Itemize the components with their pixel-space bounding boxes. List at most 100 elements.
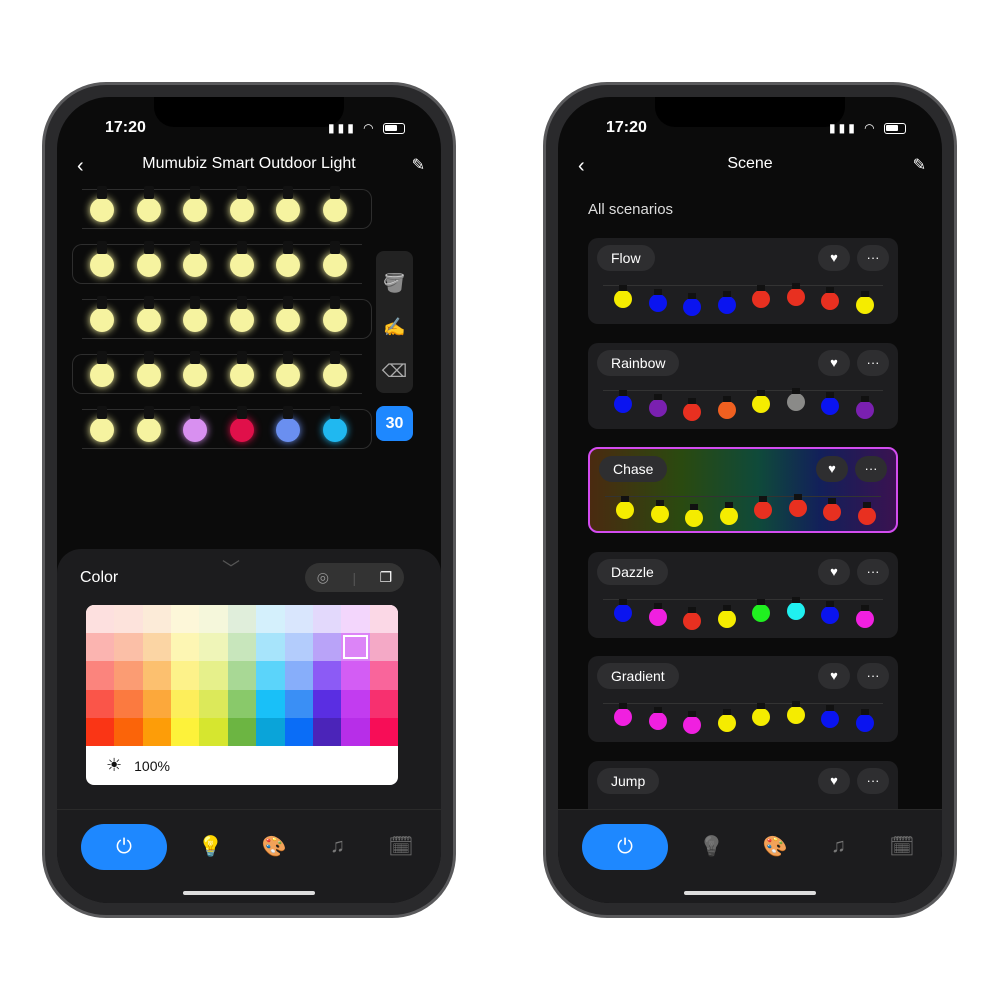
color-swatch[interactable] (142, 717, 172, 746)
tab-bulb-icon[interactable]: 💡 (692, 834, 732, 859)
tab-music-icon[interactable]: ♫ (819, 835, 859, 858)
eraser-icon[interactable]: ⌫ (376, 349, 413, 393)
heart-icon[interactable]: ♥ (818, 558, 850, 585)
color-swatch[interactable] (256, 605, 285, 634)
bulb[interactable] (323, 186, 347, 222)
color-swatch[interactable] (227, 605, 257, 634)
bulb[interactable] (136, 241, 161, 277)
power-button[interactable]: ⏻ (81, 823, 167, 870)
bulb[interactable] (183, 186, 208, 222)
more-icon[interactable]: ··· (857, 558, 889, 585)
color-swatch[interactable] (171, 605, 200, 634)
color-swatch[interactable] (341, 605, 370, 634)
color-swatch[interactable] (341, 689, 370, 718)
color-swatch[interactable] (369, 633, 398, 662)
heart-icon[interactable]: ♥ (818, 349, 850, 376)
color-swatch[interactable] (312, 717, 342, 746)
brightness-slider[interactable]: ☀ 100% (86, 746, 398, 785)
tab-bulb-icon[interactable]: 💡 (191, 834, 231, 859)
scene-card[interactable]: Chase ♥ ··· (588, 447, 898, 533)
scene-card[interactable]: Rainbow ♥ ··· (588, 342, 898, 429)
bulb[interactable] (229, 406, 254, 442)
color-swatch[interactable] (284, 605, 313, 634)
color-swatch[interactable] (86, 689, 115, 718)
bulb[interactable] (229, 186, 254, 222)
color-swatch[interactable] (341, 717, 370, 746)
color-swatch[interactable] (284, 717, 313, 746)
bulb[interactable] (136, 406, 161, 442)
bulb[interactable] (90, 406, 114, 442)
paint-bucket-icon[interactable]: 🪣 (376, 261, 413, 305)
copy-icon[interactable]: ❐ (380, 569, 393, 586)
heart-icon[interactable]: ♥ (818, 767, 850, 794)
color-swatch[interactable] (142, 605, 172, 634)
more-icon[interactable]: ··· (857, 767, 889, 794)
more-icon[interactable]: ··· (855, 456, 887, 482)
scene-card[interactable]: Dazzle ♥ ··· (588, 551, 898, 638)
color-swatch[interactable] (199, 689, 228, 718)
bulb[interactable] (183, 406, 208, 442)
color-swatch[interactable] (199, 717, 228, 746)
color-swatch[interactable] (142, 661, 172, 690)
color-swatch[interactable] (369, 689, 398, 718)
bulb[interactable] (183, 351, 208, 387)
tab-palette-icon[interactable]: 🎨 (755, 834, 795, 859)
bulb[interactable] (136, 351, 161, 387)
color-swatch[interactable] (369, 661, 398, 690)
bulb[interactable] (136, 186, 161, 222)
heart-icon[interactable]: ♥ (818, 663, 850, 689)
edit-icon[interactable]: ✎ (412, 155, 425, 175)
color-swatch[interactable] (199, 633, 228, 662)
color-swatch[interactable] (256, 717, 285, 746)
color-swatch[interactable] (114, 605, 143, 634)
color-swatch[interactable] (227, 633, 257, 662)
color-swatch[interactable] (171, 689, 200, 718)
color-swatch[interactable] (284, 689, 313, 718)
color-swatch[interactable] (114, 689, 143, 718)
color-swatch[interactable] (341, 633, 370, 662)
color-swatch[interactable] (86, 605, 115, 634)
scene-card[interactable]: Flow ♥ ··· (588, 238, 898, 324)
bulb[interactable] (323, 296, 347, 332)
bulb[interactable] (90, 351, 114, 387)
bulb[interactable] (90, 296, 114, 332)
more-icon[interactable]: ··· (857, 245, 889, 271)
color-swatch[interactable] (171, 633, 200, 662)
bulb[interactable] (229, 241, 254, 277)
tab-palette-icon[interactable]: 🎨 (254, 834, 294, 859)
color-swatch[interactable] (114, 661, 143, 690)
tab-schedule-icon[interactable]: 🗓 (381, 834, 421, 859)
color-swatch[interactable] (199, 661, 228, 690)
color-swatch[interactable] (284, 633, 313, 662)
color-swatch[interactable] (369, 717, 398, 746)
bulb[interactable] (323, 351, 347, 387)
bulb[interactable] (229, 296, 254, 332)
tab-music-icon[interactable]: ♫ (318, 835, 358, 858)
tab-schedule-icon[interactable]: 🗓 (882, 834, 922, 859)
bulb[interactable] (136, 296, 161, 332)
color-swatch[interactable] (312, 633, 342, 662)
brush-icon[interactable]: ✍ (376, 305, 413, 349)
scene-card[interactable]: Gradient ♥ ··· (588, 656, 898, 742)
color-swatch[interactable] (227, 661, 257, 690)
more-icon[interactable]: ··· (857, 349, 889, 376)
bulb[interactable] (323, 241, 347, 277)
collapse-chevron-icon[interactable]: ﹀ (222, 555, 240, 581)
color-swatch[interactable] (227, 717, 257, 746)
color-swatch[interactable] (142, 689, 172, 718)
bulb[interactable] (183, 296, 208, 332)
edit-icon[interactable]: ✎ (913, 155, 926, 175)
color-swatch[interactable] (86, 661, 115, 690)
power-button[interactable]: ⏻ (582, 823, 668, 870)
color-swatch[interactable] (256, 689, 285, 718)
color-swatch[interactable] (86, 717, 115, 746)
more-icon[interactable]: ··· (857, 663, 889, 689)
bulb-count-badge[interactable]: 30 (376, 406, 413, 441)
bulb[interactable] (183, 241, 208, 277)
heart-icon[interactable]: ♥ (818, 245, 850, 271)
back-button[interactable]: ‹ (578, 155, 585, 178)
color-swatch[interactable] (312, 661, 342, 690)
color-swatch[interactable] (256, 633, 285, 662)
color-swatch[interactable] (341, 661, 370, 690)
custom-color-icon[interactable]: ◎ (317, 569, 329, 586)
